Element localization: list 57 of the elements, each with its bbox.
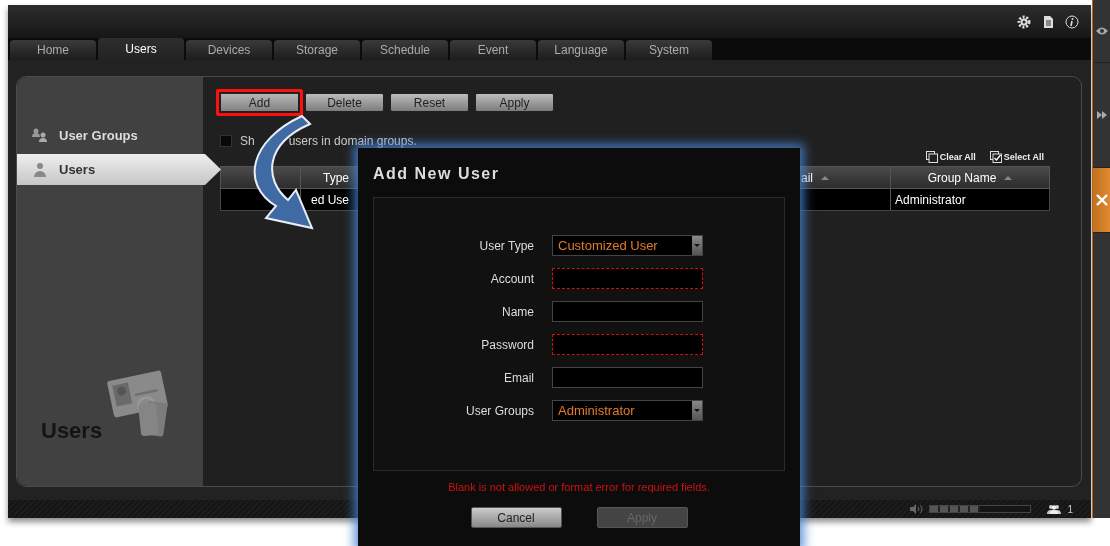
text-field[interactable]	[552, 268, 703, 289]
dropdown[interactable]: Customized User	[552, 235, 703, 256]
toolbar-button[interactable]: Delete	[305, 93, 384, 112]
tab[interactable]: Home	[10, 40, 96, 60]
toolbar-button[interactable]: Apply	[475, 93, 554, 112]
checkbox[interactable]	[220, 135, 232, 147]
table-cell: ed Use	[311, 192, 350, 207]
field-label: User Type	[478, 238, 534, 253]
password-field[interactable]	[552, 334, 703, 355]
field-label: Name	[501, 304, 534, 319]
checkbox-label: users in domain groups.	[288, 134, 417, 148]
toolbar-button[interactable]: Add	[216, 89, 303, 116]
sort-icon	[1004, 175, 1013, 180]
field-label: Email	[503, 370, 534, 385]
column-header: Group Name	[927, 170, 997, 185]
tab[interactable]: Devices	[186, 40, 272, 60]
dropdown[interactable]: Administrator	[552, 400, 703, 421]
header-cell[interactable]: Group Name	[891, 167, 1049, 188]
speaker-icon[interactable]	[909, 504, 924, 514]
settings-icon[interactable]	[1017, 14, 1031, 29]
caret-icon	[692, 401, 702, 420]
tab[interactable]: Users	[98, 38, 184, 60]
tab[interactable]: Language	[538, 40, 624, 60]
tab[interactable]: Schedule	[362, 40, 448, 60]
text-field[interactable]	[552, 301, 703, 322]
volume-meter[interactable]	[929, 505, 1032, 513]
info-icon[interactable]	[1065, 14, 1079, 29]
selection-link[interactable]: Select All	[989, 151, 1044, 163]
sidebar-item[interactable]: User Groups	[17, 122, 203, 148]
users-icon	[1047, 504, 1062, 514]
checkbox-label: Sh	[240, 134, 255, 148]
field-label: Password	[480, 337, 534, 352]
dialog-button[interactable]: Cancel	[470, 507, 562, 528]
tab[interactable]: System	[626, 40, 712, 60]
eye-icon[interactable]	[1095, 25, 1108, 37]
field-label: User Groups	[464, 403, 534, 418]
document-icon[interactable]	[1041, 14, 1055, 29]
error-message: Blank is not allowed or format error for required fields.	[447, 481, 711, 493]
column-header: ail	[801, 170, 813, 185]
online-count: 1	[1067, 503, 1073, 515]
checkbox-icon	[925, 151, 938, 163]
fast-forward-icon[interactable]	[1095, 109, 1108, 121]
toolbar-button[interactable]: Reset	[390, 93, 469, 112]
dialog-title: Add New User	[373, 165, 501, 184]
tab[interactable]: Event	[450, 40, 536, 60]
user-icon	[31, 161, 49, 178]
text-field[interactable]	[552, 367, 703, 388]
tab[interactable]: Storage	[274, 40, 360, 60]
selection-link[interactable]: Clear All	[925, 151, 976, 163]
caret-icon	[692, 236, 702, 255]
sidebar-item[interactable]: Users	[17, 154, 221, 185]
field-label: Account	[489, 271, 534, 286]
user-group-icon	[31, 127, 49, 143]
table-cell: Administrator	[895, 192, 966, 207]
checked-box-icon	[989, 151, 1002, 163]
sort-icon	[821, 175, 829, 180]
column-header: Type	[323, 170, 349, 185]
